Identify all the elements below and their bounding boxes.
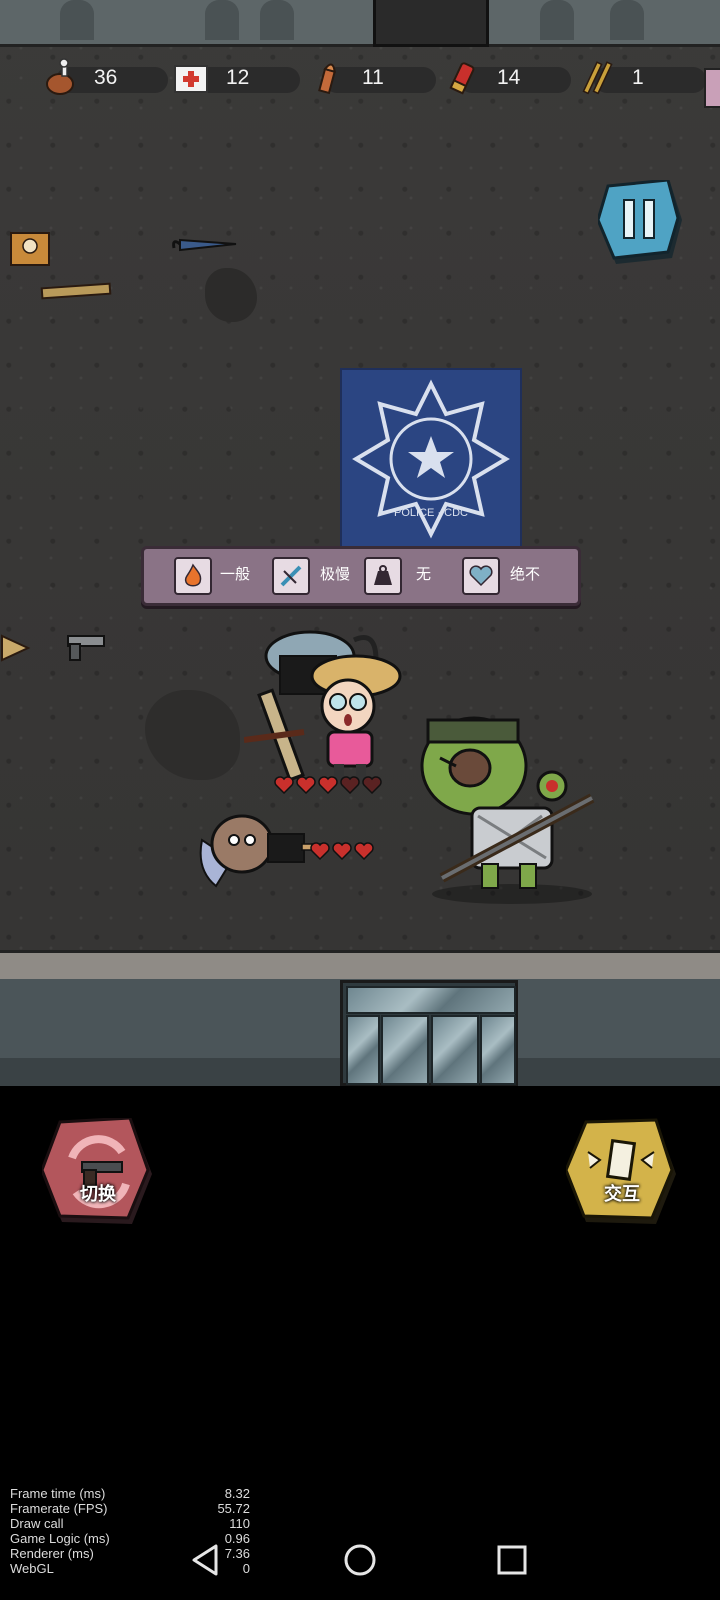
zombie-enemy[interactable] xyxy=(412,708,612,904)
top-wall xyxy=(0,0,720,47)
resource-medkit: 12 xyxy=(172,58,300,98)
meat-count: 36 xyxy=(94,66,118,89)
glass-door[interactable] xyxy=(340,980,518,1086)
resource-meat: 36 xyxy=(40,58,168,98)
debug-row: Frame time (ms) 8.32 xyxy=(10,1486,250,1501)
switch-weapon-button[interactable]: 切换 xyxy=(40,1116,154,1230)
shotgun-shells-count: 14 xyxy=(497,66,521,89)
companion-hearts xyxy=(310,842,374,860)
heart-icon xyxy=(354,842,374,860)
floor-stain xyxy=(205,268,257,322)
revolver-switch-icon xyxy=(40,1116,152,1224)
player-hearts xyxy=(274,776,382,794)
top-doorway[interactable] xyxy=(373,0,489,47)
rifle-ammo-count: 1 xyxy=(632,66,644,89)
damage-label: 一般 xyxy=(220,566,251,583)
shotgun-shell-icon xyxy=(449,62,475,95)
back-icon[interactable] xyxy=(186,1540,226,1580)
broom-icon[interactable] xyxy=(0,630,32,666)
bullet-icon xyxy=(318,63,336,95)
medkit-icon xyxy=(174,65,208,93)
heart-icon xyxy=(340,776,360,794)
heart-icon xyxy=(318,776,338,794)
attack-speed-icon xyxy=(272,557,310,595)
interact-button[interactable]: 交互 xyxy=(564,1118,678,1230)
companion-character[interactable] xyxy=(196,810,326,890)
heart-icon xyxy=(310,842,330,860)
exclamation-icon xyxy=(564,1118,676,1224)
heart-icon xyxy=(332,842,352,860)
rifle-bullets-icon xyxy=(582,61,613,95)
fire-damage-icon xyxy=(174,557,212,595)
durability-label: 绝不 xyxy=(510,566,541,583)
home-icon[interactable] xyxy=(340,1540,380,1580)
sidewalk-curb xyxy=(0,950,720,982)
heart-icon xyxy=(274,776,294,794)
wooden-plank-icon[interactable] xyxy=(40,280,112,302)
badge-text: POLICE · CDC xyxy=(394,507,468,519)
recents-icon[interactable] xyxy=(492,1540,532,1580)
interact-label: 交互 xyxy=(604,1184,640,1204)
game-viewport[interactable]: 36 12 11 14 1 POLICE · CDC 一般 极慢 无 绝不 xyxy=(0,0,720,1086)
resource-overflow-icon xyxy=(704,68,720,108)
pistol-ammo-count: 11 xyxy=(362,66,384,89)
police-badge-decal: POLICE · CDC xyxy=(340,368,522,550)
weapon-stats-panel: 一般 极慢 无 绝不 xyxy=(141,546,581,606)
police-badge-icon: POLICE · CDC xyxy=(352,379,510,539)
weight-label: 无 xyxy=(416,566,432,583)
debug-row: Framerate (FPS) 55.72 xyxy=(10,1501,250,1516)
drumstick-icon xyxy=(46,58,74,95)
medkit-count: 12 xyxy=(226,66,250,89)
heart-icon xyxy=(296,776,316,794)
ammo-box-icon[interactable] xyxy=(10,232,50,266)
speed-label: 极慢 xyxy=(320,566,351,583)
floor-stain xyxy=(145,690,240,780)
system-nav-bar xyxy=(0,1520,720,1600)
pause-button[interactable] xyxy=(598,180,682,266)
weight-icon xyxy=(364,557,402,595)
resource-rifle-ammo: 1 xyxy=(578,58,706,98)
umbrella-icon[interactable] xyxy=(170,234,240,254)
heart-icon xyxy=(362,776,382,794)
switch-label: 切换 xyxy=(80,1184,116,1204)
resource-shotgun-shells: 14 xyxy=(443,58,571,98)
resource-pistol-ammo: 11 xyxy=(308,58,436,98)
pistol-icon[interactable] xyxy=(64,630,108,664)
durability-heart-icon xyxy=(462,557,500,595)
